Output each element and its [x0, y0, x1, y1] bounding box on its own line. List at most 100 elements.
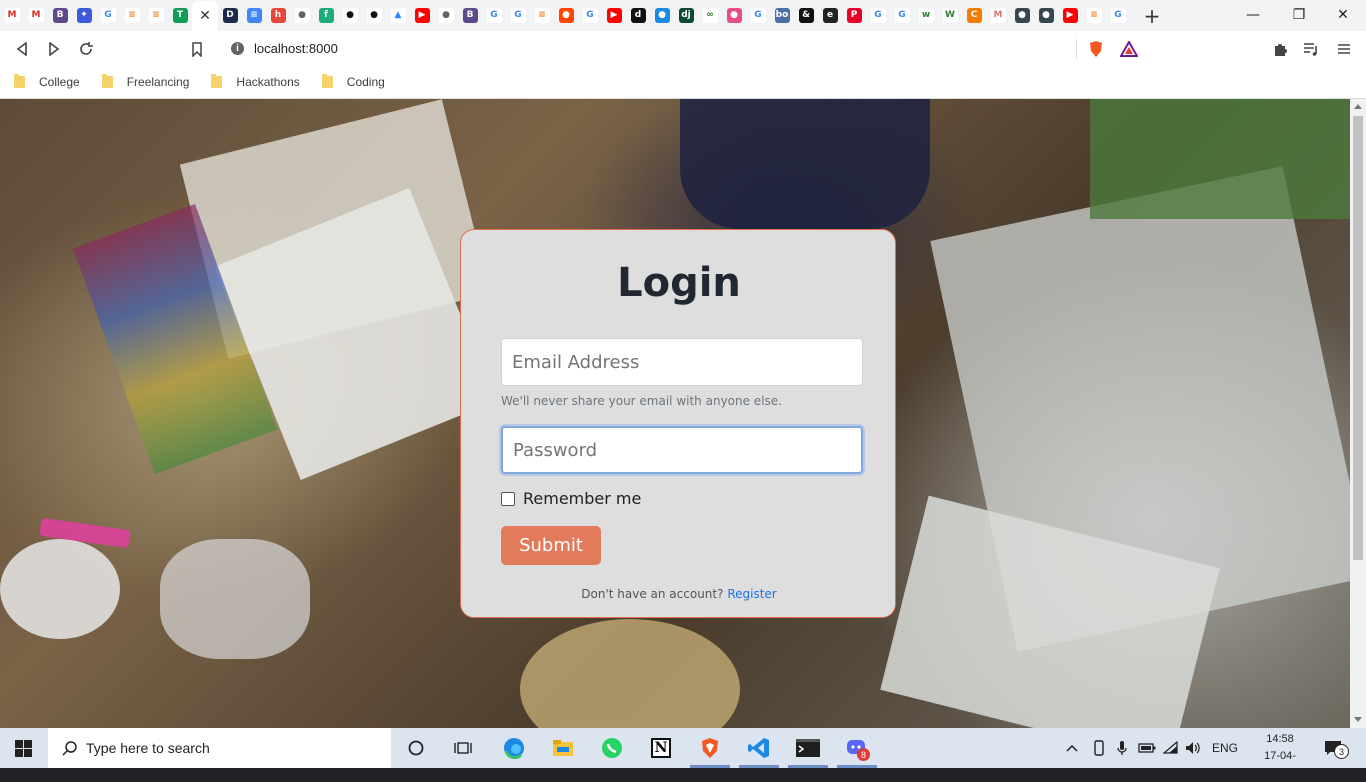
- browser-tab[interactable]: bo: [770, 1, 794, 31]
- browser-tab[interactable]: G: [866, 1, 890, 31]
- brave-shield-icon[interactable]: [1086, 39, 1106, 59]
- browser-tab[interactable]: C: [962, 1, 986, 31]
- browser-tab[interactable]: e: [818, 1, 842, 31]
- email-field[interactable]: [501, 338, 863, 386]
- browser-tab[interactable]: G: [578, 1, 602, 31]
- browser-tab[interactable]: G: [506, 1, 530, 31]
- vscode-icon[interactable]: [747, 736, 771, 760]
- brave-rewards-icon[interactable]: [1119, 39, 1139, 59]
- browser-tab[interactable]: M: [986, 1, 1010, 31]
- windows-start-icon[interactable]: [15, 740, 32, 757]
- close-window-button[interactable]: ✕: [1320, 0, 1366, 30]
- language-indicator[interactable]: ENG: [1212, 728, 1238, 768]
- browser-tab[interactable]: ▶: [410, 1, 434, 31]
- browser-tab[interactable]: G: [890, 1, 914, 31]
- remember-checkbox[interactable]: [501, 491, 515, 506]
- microphone-icon[interactable]: [1116, 728, 1128, 768]
- browser-tab[interactable]: M: [0, 1, 24, 31]
- bookmark-folder-college[interactable]: College: [14, 74, 80, 89]
- browser-tab[interactable]: T: [168, 1, 192, 31]
- brave-browser-icon[interactable]: [698, 736, 722, 760]
- active-tab[interactable]: ✕: [192, 0, 218, 31]
- browser-tab[interactable]: ∞: [698, 1, 722, 31]
- new-tab-button[interactable]: +: [1138, 1, 1166, 31]
- notion-icon[interactable]: N: [649, 736, 673, 760]
- browser-tab[interactable]: ▲: [386, 1, 410, 31]
- notification-center-icon[interactable]: 3: [1324, 728, 1349, 768]
- back-icon[interactable]: [12, 39, 32, 59]
- browser-tab[interactable]: ●: [1034, 1, 1058, 31]
- task-view-icon[interactable]: [451, 736, 475, 760]
- bookmark-label: Hackathons: [236, 75, 300, 89]
- browser-tab[interactable]: P: [842, 1, 866, 31]
- browser-tab[interactable]: d: [626, 1, 650, 31]
- browser-tab[interactable]: ≡: [530, 1, 554, 31]
- browser-tab[interactable]: ●: [1010, 1, 1034, 31]
- site-info-icon[interactable]: i: [231, 41, 244, 55]
- browser-tab[interactable]: M: [24, 1, 48, 31]
- browser-tab[interactable]: dj: [674, 1, 698, 31]
- browser-tab[interactable]: W: [938, 1, 962, 31]
- browser-tab[interactable]: h: [266, 1, 290, 31]
- minimize-button[interactable]: —: [1230, 0, 1276, 30]
- whatsapp-icon[interactable]: [600, 736, 624, 760]
- taskbar-clock[interactable]: 14:58 17-04-2021: [1252, 731, 1308, 782]
- volume-icon[interactable]: [1185, 728, 1201, 768]
- menu-icon[interactable]: [1334, 39, 1354, 59]
- browser-tab[interactable]: f: [314, 1, 338, 31]
- browser-tab[interactable]: D: [218, 1, 242, 31]
- browser-tab[interactable]: G: [482, 1, 506, 31]
- browser-tab[interactable]: B: [458, 1, 482, 31]
- remember-label[interactable]: Remember me: [523, 489, 641, 508]
- browser-tab[interactable]: ●: [434, 1, 458, 31]
- browser-tab[interactable]: ▶: [602, 1, 626, 31]
- browser-tab[interactable]: ≡: [242, 1, 266, 31]
- password-field[interactable]: [501, 426, 863, 474]
- forward-icon[interactable]: [44, 39, 64, 59]
- browser-tab[interactable]: ●: [554, 1, 578, 31]
- bookmark-folder-coding[interactable]: Coding: [321, 74, 385, 89]
- file-explorer-icon[interactable]: [551, 736, 575, 760]
- browser-tab[interactable]: ≡: [144, 1, 168, 31]
- tab-close-icon[interactable]: ✕: [199, 8, 211, 24]
- cortana-icon[interactable]: [404, 736, 428, 760]
- browser-tab[interactable]: ▶: [1058, 1, 1082, 31]
- media-queue-icon[interactable]: [1301, 39, 1321, 59]
- browser-tab[interactable]: ●: [338, 1, 362, 31]
- browser-tab[interactable]: ●: [722, 1, 746, 31]
- edge-icon[interactable]: [502, 736, 526, 760]
- browser-tab[interactable]: ✦: [72, 1, 96, 31]
- browser-tab[interactable]: B: [48, 1, 72, 31]
- browser-tab[interactable]: ●: [650, 1, 674, 31]
- browser-tab[interactable]: ●: [290, 1, 314, 31]
- browser-tab[interactable]: G: [746, 1, 770, 31]
- extensions-icon[interactable]: [1270, 39, 1290, 59]
- stackoverflow-icon: ≡: [148, 8, 164, 23]
- restore-button[interactable]: ❐: [1276, 0, 1322, 30]
- browser-tab[interactable]: G: [96, 1, 120, 31]
- tray-chevron-icon[interactable]: [1066, 728, 1078, 768]
- browser-tab[interactable]: ≡: [1082, 1, 1106, 31]
- address-bar[interactable]: i localhost:8000: [219, 34, 1147, 62]
- taskbar-search-box[interactable]: Type here to search: [48, 728, 391, 768]
- bookmark-folder-freelancing[interactable]: Freelancing: [101, 74, 189, 89]
- browser-tab[interactable]: G: [1106, 1, 1130, 31]
- scroll-thumb[interactable]: [1353, 116, 1363, 560]
- scroll-down-icon[interactable]: [1354, 717, 1362, 722]
- scroll-up-icon[interactable]: [1354, 104, 1362, 109]
- bookmark-icon[interactable]: [187, 39, 207, 59]
- browser-tab[interactable]: &: [794, 1, 818, 31]
- bookmark-folder-hackathons[interactable]: Hackathons: [211, 74, 300, 89]
- browser-tab[interactable]: ≡: [120, 1, 144, 31]
- browser-tab[interactable]: ●: [362, 1, 386, 31]
- phone-link-icon[interactable]: [1092, 728, 1106, 768]
- discord-icon[interactable]: 8: [845, 736, 870, 761]
- wifi-icon[interactable]: [1163, 728, 1179, 768]
- submit-button[interactable]: Submit: [501, 526, 601, 565]
- browser-tab[interactable]: w: [914, 1, 938, 31]
- page-scrollbar[interactable]: [1350, 99, 1366, 728]
- battery-icon[interactable]: [1138, 728, 1156, 768]
- register-link[interactable]: Register: [727, 587, 776, 601]
- reload-icon[interactable]: [76, 39, 96, 59]
- terminal-icon[interactable]: [796, 736, 820, 760]
